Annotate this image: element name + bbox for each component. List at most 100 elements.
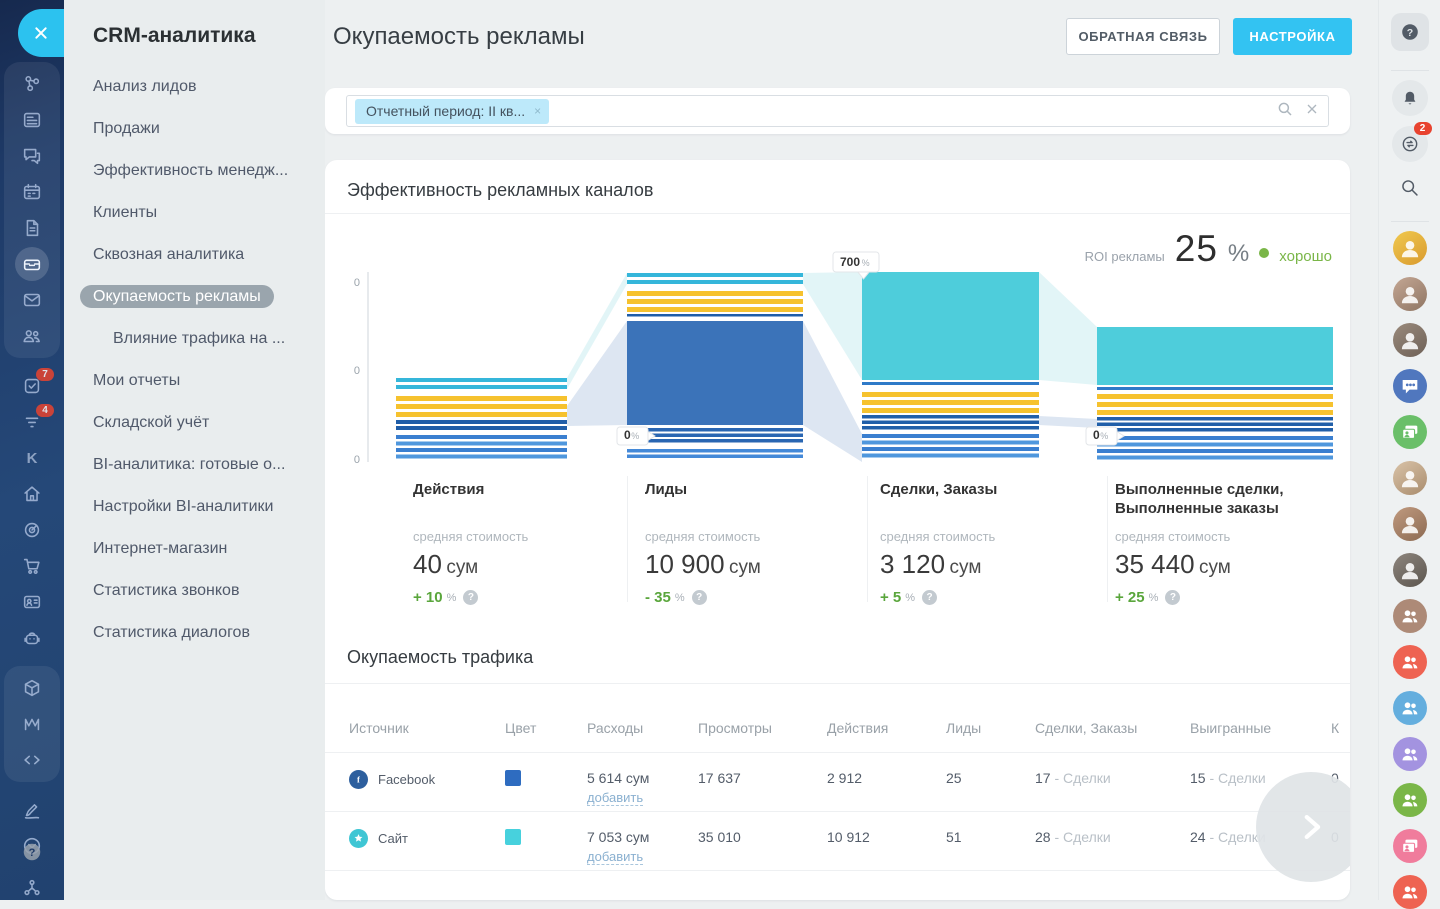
rail-item-target[interactable] <box>4 512 60 548</box>
rail-item-tasks[interactable]: 7 <box>4 368 60 404</box>
chat-users2-avatar[interactable] <box>1393 783 1427 817</box>
stage-value: 3 120 сум <box>880 549 1085 580</box>
chat-users2-avatar[interactable] <box>1393 645 1427 679</box>
sidebar-item-5[interactable]: Сквозная аналитика <box>64 234 325 276</box>
avatar[interactable] <box>1393 461 1427 495</box>
cardperson-icon <box>1399 421 1421 443</box>
stage-delta: - 35 <box>645 589 671 606</box>
rail-item-docs[interactable] <box>4 210 60 246</box>
clear-filter-icon[interactable] <box>1304 101 1320 122</box>
stage-value: 40 сум <box>413 549 618 580</box>
sidebar-item-11[interactable]: Настройки BI-аналитики <box>64 486 325 528</box>
scroll-right-button[interactable] <box>1256 772 1350 882</box>
target-icon <box>21 519 43 541</box>
toolbar-bell-button[interactable] <box>1392 80 1428 116</box>
facebook-icon: f <box>351 772 366 787</box>
code-icon <box>21 749 43 771</box>
chat-chatgroup-avatar[interactable] <box>1393 369 1427 403</box>
feed-icon <box>21 109 43 131</box>
feedback-button[interactable]: ОБРАТНАЯ СВЯЗЬ <box>1066 18 1220 55</box>
filter-tag-period[interactable]: Отчетный период: II кв... × <box>355 99 549 124</box>
mail-icon <box>21 289 43 311</box>
sidebar-item-12[interactable]: Интернет-магазин <box>64 528 325 570</box>
svg-text:0: 0 <box>624 428 631 442</box>
sidebar-item-9[interactable]: Складской учёт <box>64 402 325 444</box>
rail-item-share[interactable] <box>4 66 60 102</box>
avatar[interactable] <box>1393 553 1427 587</box>
chat-cardperson-avatar[interactable] <box>1393 415 1427 449</box>
avatar[interactable] <box>1393 277 1427 311</box>
table-header: Лиды <box>946 720 981 740</box>
stage-value: 10 900 сум <box>645 549 850 580</box>
sidebar-item-13[interactable]: Статистика звонков <box>64 570 325 612</box>
sidebar-item-7[interactable]: Влияние трафика на ... <box>64 318 325 360</box>
chat-users2-avatar[interactable] <box>1393 599 1427 633</box>
views-cell: 17 637 <box>698 770 741 786</box>
crm-icon <box>21 253 43 275</box>
add-costs-link[interactable]: добавить <box>587 849 643 865</box>
rail-item-crm[interactable] <box>4 246 60 282</box>
help-circle-icon[interactable]: ? <box>922 590 937 605</box>
help-circle-icon[interactable]: ? <box>463 590 478 605</box>
rail-item-feed[interactable] <box>4 102 60 138</box>
sidebar-item-14[interactable]: Статистика диалогов <box>64 612 325 654</box>
sidebar-item-8[interactable]: Мои отчеты <box>64 360 325 402</box>
rail-item-sitemap[interactable] <box>4 870 60 906</box>
costs-cell: 7 053 сум <box>587 829 649 845</box>
close-icon <box>33 25 49 41</box>
rail-item-mail[interactable] <box>4 282 60 318</box>
filter-search-input[interactable]: Отчетный период: II кв... × <box>346 95 1329 127</box>
table-header: Источник <box>349 720 409 740</box>
stage-title: Лиды <box>645 480 850 520</box>
avatar[interactable] <box>1393 323 1427 357</box>
svg-text:0: 0 <box>1093 428 1100 442</box>
rail-item-people[interactable] <box>4 318 60 354</box>
cardperson-icon <box>1399 835 1421 857</box>
filter-tag-close-icon[interactable]: × <box>534 104 541 118</box>
source-color-swatch <box>505 829 521 845</box>
chat-users2-avatar[interactable] <box>1393 875 1427 909</box>
sidebar-item-10[interactable]: BI-аналитика: готовые о... <box>64 444 325 486</box>
funnel-chart: 000700%0%0% <box>325 220 1350 472</box>
sidebar-item-3[interactable]: Эффективность менедж... <box>64 150 325 192</box>
search-icon[interactable] <box>1276 100 1294 123</box>
stage-title: Сделки, Заказы <box>880 480 1085 520</box>
sidebar-item-2[interactable]: Продажи <box>64 108 325 150</box>
rail-item-market[interactable] <box>4 706 60 742</box>
notification-badge: 2 <box>1414 122 1432 135</box>
svg-text:?: ? <box>29 847 36 859</box>
close-menu-button[interactable] <box>18 9 64 57</box>
rail-item-help-filled[interactable]: ? <box>4 834 60 870</box>
stage-card-3: Сделки, Заказы средняя стоимость 3 120 с… <box>880 480 1085 606</box>
toolbar-search-button[interactable] <box>1392 172 1428 202</box>
avatar[interactable] <box>1393 507 1427 541</box>
section-title-traffic: Окупаемость трафика <box>347 647 533 668</box>
svg-text:0: 0 <box>354 277 360 289</box>
rail-item-robot[interactable] <box>4 620 60 656</box>
sidebar-item-1[interactable]: Анализ лидов <box>64 66 325 108</box>
person-icon <box>1397 281 1423 307</box>
rail-item-code[interactable] <box>4 742 60 778</box>
rail-item-calendar[interactable] <box>4 174 60 210</box>
rail-item-pen[interactable] <box>4 792 60 828</box>
rail-item-letter-k[interactable]: K <box>4 440 60 476</box>
rail-item-chat[interactable] <box>4 138 60 174</box>
sidebar-item-6[interactable]: Окупаемость рекламы <box>64 276 325 318</box>
chat-users2-avatar[interactable] <box>1393 737 1427 771</box>
toolbar-help-button[interactable]: ? <box>1391 13 1429 51</box>
chat-users2-avatar[interactable] <box>1393 691 1427 725</box>
toolbar-history-button[interactable]: 2 <box>1392 126 1428 162</box>
help-circle-icon[interactable]: ? <box>692 590 707 605</box>
rail-item-cube[interactable] <box>4 670 60 706</box>
add-costs-link[interactable]: добавить <box>587 790 643 806</box>
stage-title: Выполненные сделки,Выполненные заказы <box>1115 480 1320 520</box>
rail-item-idcard[interactable] <box>4 584 60 620</box>
rail-item-home[interactable] <box>4 476 60 512</box>
avatar[interactable] <box>1393 231 1427 265</box>
sidebar-item-4[interactable]: Клиенты <box>64 192 325 234</box>
rail-item-cart[interactable] <box>4 548 60 584</box>
help-circle-icon[interactable]: ? <box>1165 590 1180 605</box>
rail-item-funnel[interactable]: 4 <box>4 404 60 440</box>
chat-cardperson-avatar[interactable] <box>1393 829 1427 863</box>
settings-button[interactable]: НАСТРОЙКА <box>1233 18 1352 55</box>
